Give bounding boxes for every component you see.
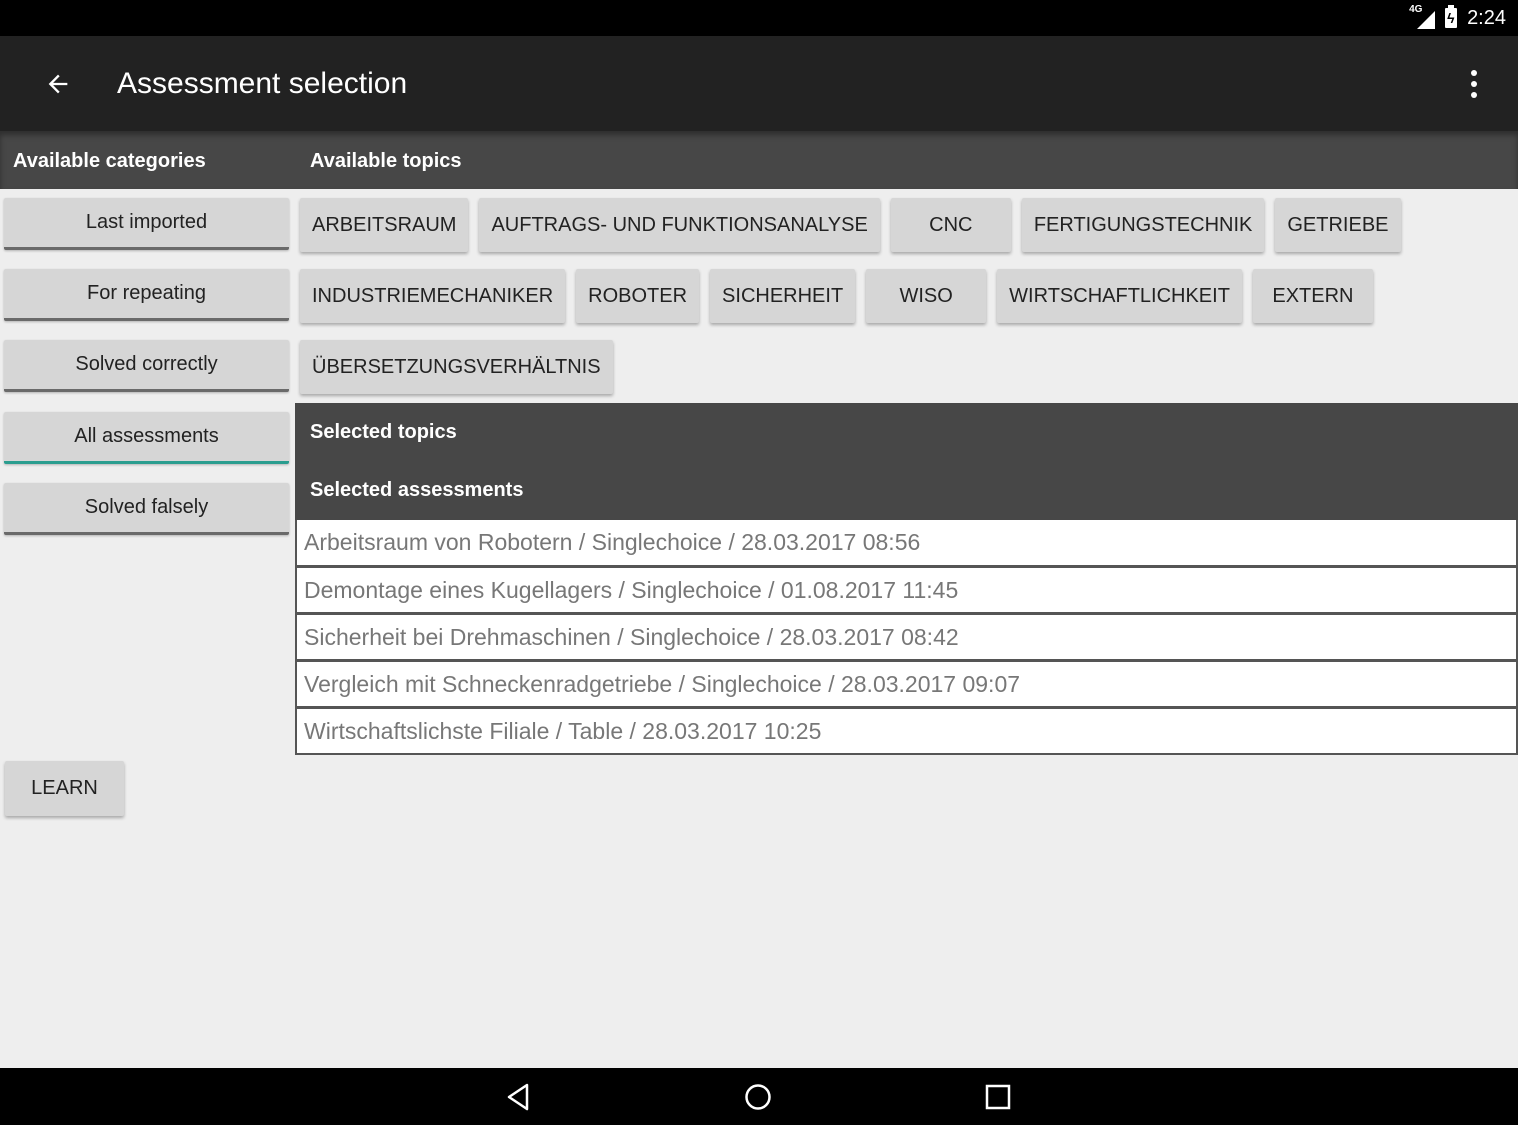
topic-button[interactable]: SICHERHEIT — [710, 269, 856, 323]
topic-button[interactable]: EXTERN — [1252, 269, 1373, 323]
topic-row-2: INDUSTRIEMECHANIKER ROBOTER SICHERHEIT W… — [300, 269, 1373, 323]
learn-button[interactable]: LEARN — [5, 761, 124, 816]
topic-button[interactable]: ÜBERSETZUNGSVERHÄLTNIS — [300, 340, 613, 394]
topic-button[interactable]: WISO — [866, 269, 987, 323]
status-bar: 4G ϟ 2:24 — [0, 0, 1518, 36]
assessment-list-item[interactable]: Vergleich mit Schneckenradgetriebe / Sin… — [295, 661, 1518, 708]
topic-button[interactable]: WIRTSCHAFTLICHKEIT — [997, 269, 1242, 323]
category-solved-falsely[interactable]: Solved falsely — [4, 483, 289, 535]
section-header-strip: Available categories Available topics — [0, 131, 1518, 189]
status-time: 2:24 — [1467, 6, 1506, 29]
back-arrow-icon[interactable] — [34, 60, 82, 108]
topic-button[interactable]: GETRIEBE — [1275, 198, 1401, 252]
nav-home-icon[interactable] — [718, 1068, 798, 1125]
category-last-imported[interactable]: Last imported — [4, 198, 289, 250]
assessment-list-item[interactable]: Sicherheit bei Drehmaschinen / Singlecho… — [295, 614, 1518, 661]
topic-button[interactable]: CNC — [890, 198, 1011, 252]
assessment-list-item[interactable]: Wirtschaftslichste Filiale / Table / 28.… — [295, 708, 1518, 755]
available-categories-header: Available categories — [13, 150, 206, 172]
selected-panel: Selected topics Selected assessments — [295, 403, 1518, 520]
topic-button[interactable]: AUFTRAGS- UND FUNKTIONSANALYSE — [479, 198, 880, 252]
topic-button[interactable]: FERTIGUNGSTECHNIK — [1021, 198, 1265, 252]
page-title: Assessment selection — [117, 67, 408, 100]
status-icons: 4G ϟ 2:24 — [1409, 0, 1506, 36]
category-all-assessments[interactable]: All assessments — [4, 412, 289, 464]
topic-row-1: ARBEITSRAUM AUFTRAGS- UND FUNKTIONSANALY… — [300, 198, 1401, 252]
nav-back-icon[interactable] — [478, 1068, 558, 1125]
assessment-list: Arbeitsraum von Robotern / Singlechoice … — [295, 520, 1518, 755]
cell-signal-icon: 4G — [1409, 4, 1436, 29]
assessment-list-item[interactable]: Arbeitsraum von Robotern / Singlechoice … — [295, 520, 1518, 567]
battery-charging-icon: ϟ — [1445, 5, 1458, 28]
topic-button[interactable]: ARBEITSRAUM — [300, 198, 469, 252]
selected-topics-label: Selected topics — [310, 421, 457, 443]
topic-button[interactable]: ROBOTER — [576, 269, 700, 323]
available-topics-header: Available topics — [310, 150, 462, 172]
nav-recents-icon[interactable] — [958, 1068, 1038, 1125]
overflow-menu-icon[interactable] — [1462, 64, 1486, 104]
category-for-repeating[interactable]: For repeating — [4, 269, 289, 321]
navigation-bar — [0, 1068, 1518, 1125]
selected-assessments-label: Selected assessments — [310, 479, 524, 501]
assessment-list-item[interactable]: Demontage eines Kugellagers / Singlechoi… — [295, 567, 1518, 614]
topic-row-3: ÜBERSETZUNGSVERHÄLTNIS — [300, 340, 613, 394]
app-bar: Assessment selection — [0, 36, 1518, 131]
topic-button[interactable]: INDUSTRIEMECHANIKER — [300, 269, 566, 323]
category-solved-correctly[interactable]: Solved correctly — [4, 340, 289, 392]
